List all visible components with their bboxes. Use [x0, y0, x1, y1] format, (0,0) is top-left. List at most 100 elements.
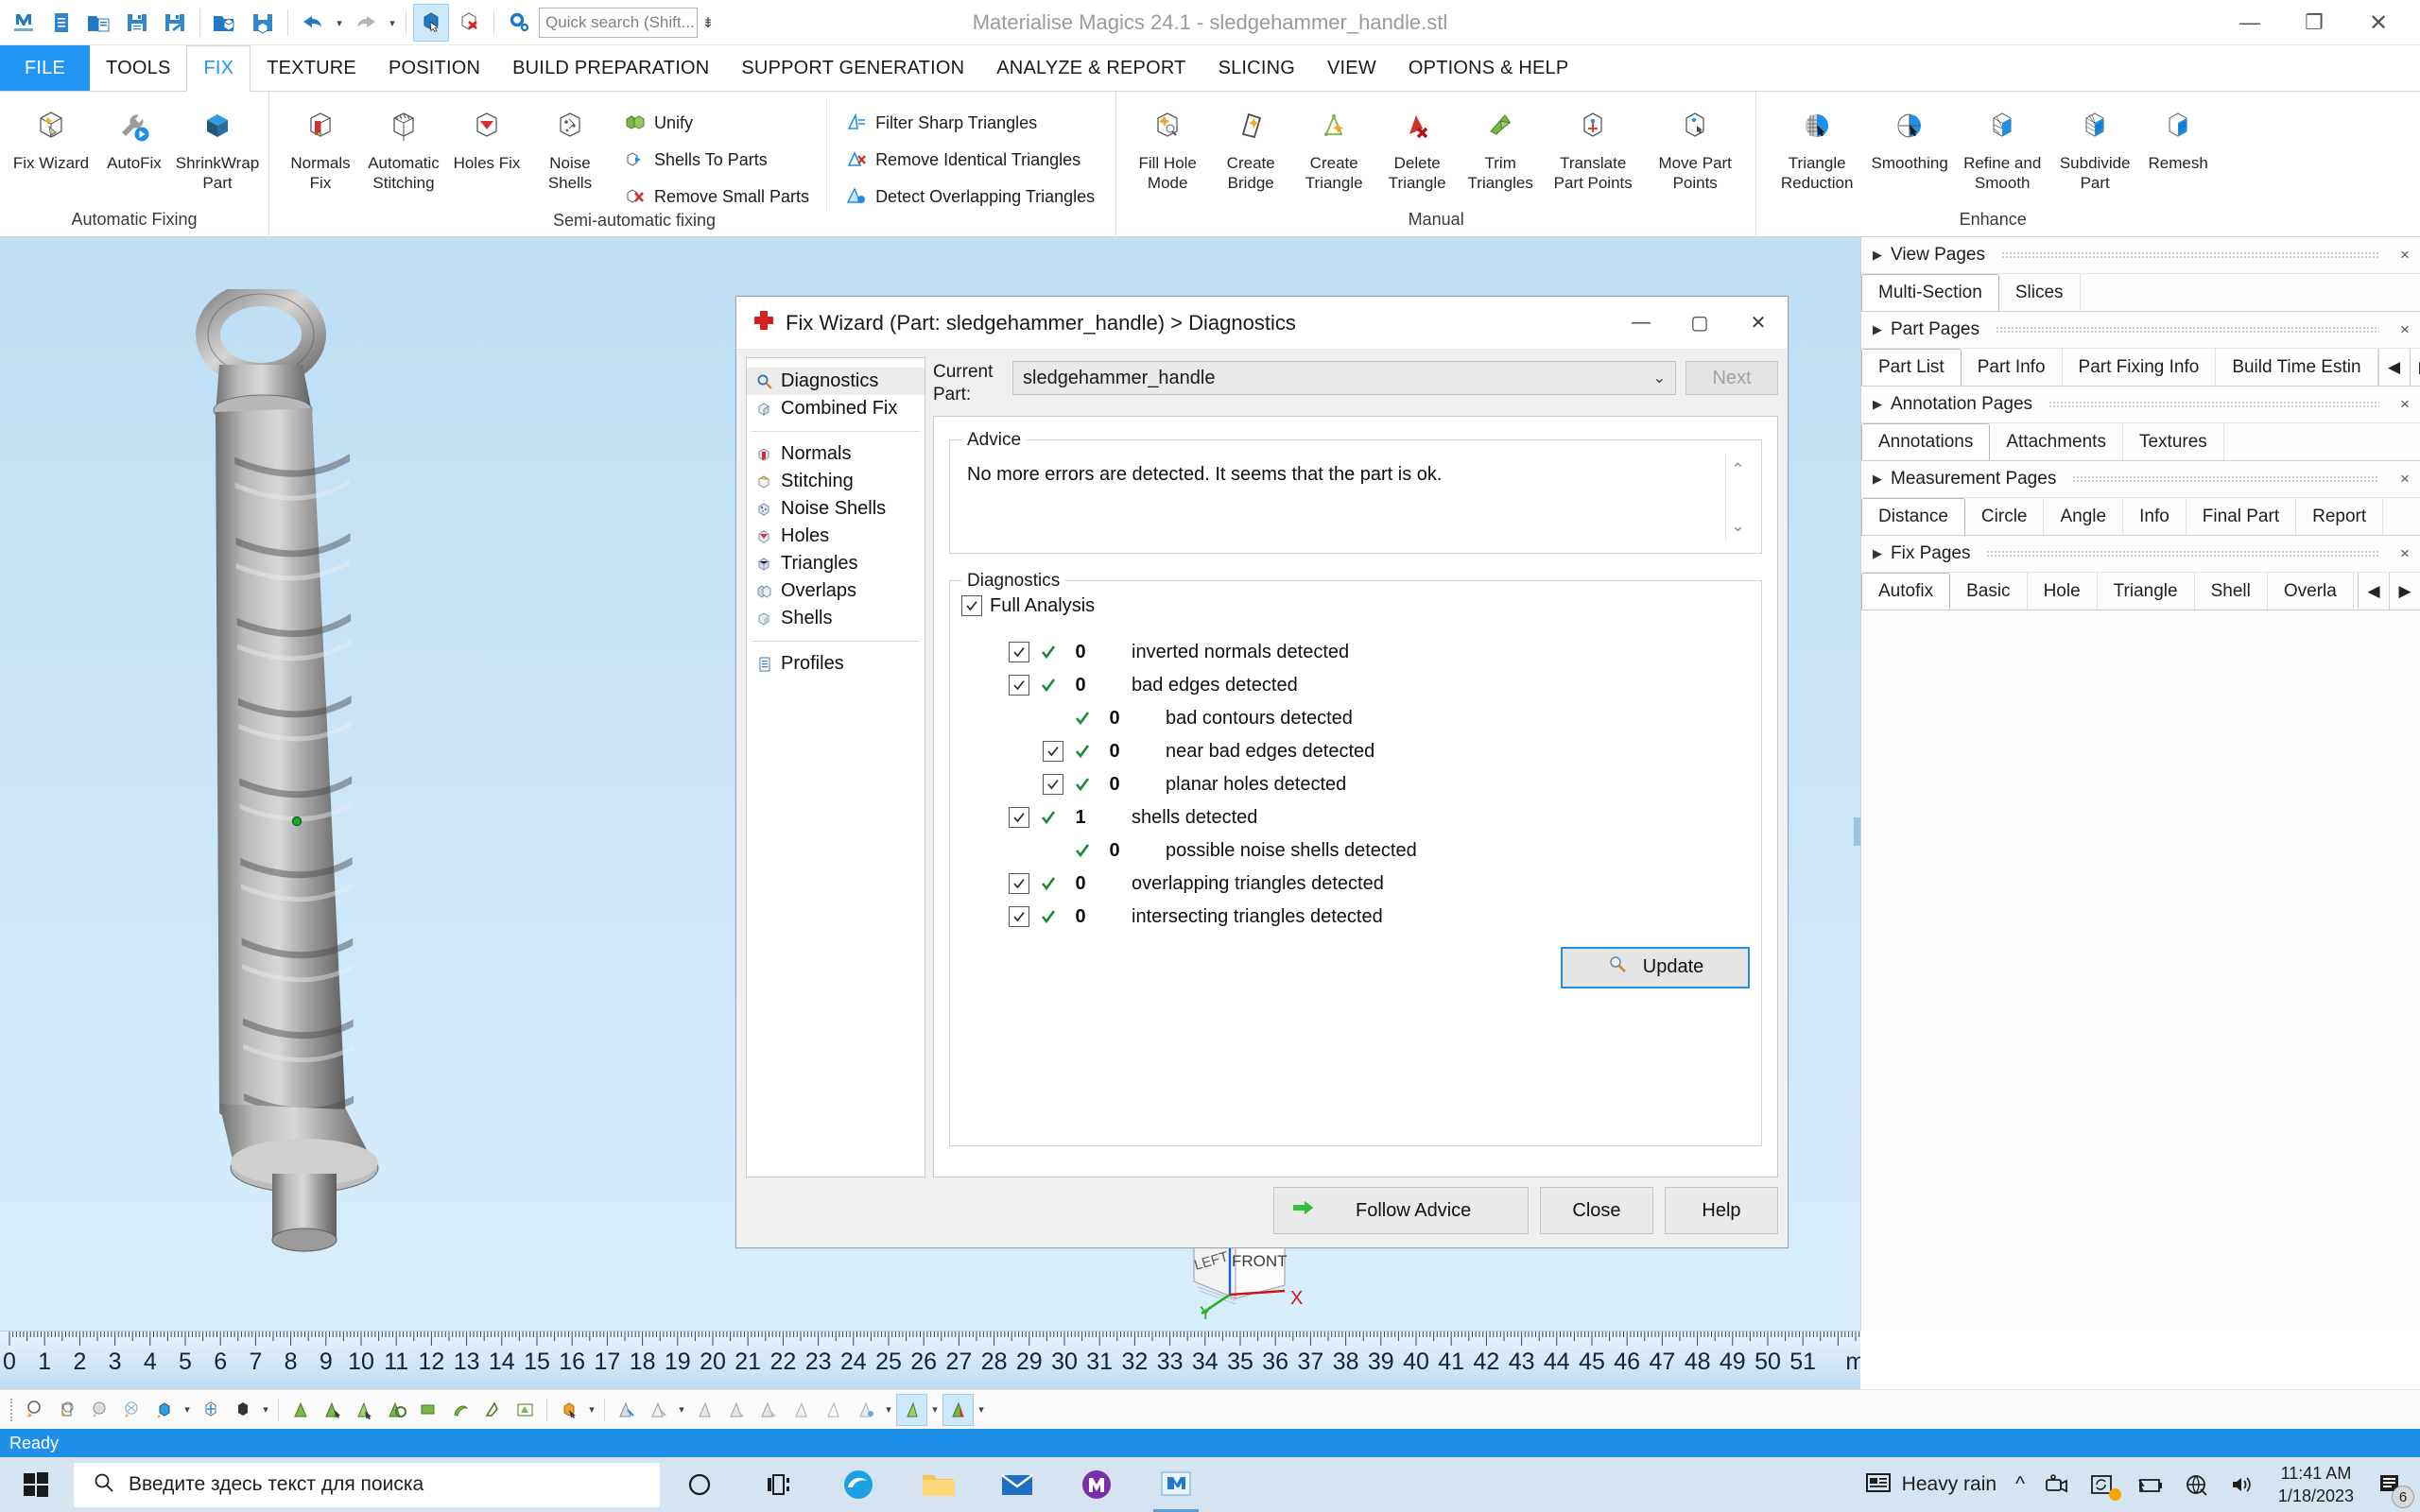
zoom-all-icon[interactable]: [84, 1394, 115, 1426]
ribbon-tab-texture[interactable]: TEXTURE: [251, 45, 372, 91]
edge-icon[interactable]: [819, 1457, 898, 1512]
close-icon[interactable]: ×: [2395, 246, 2414, 265]
mark-triangle-icon[interactable]: [611, 1394, 642, 1426]
ribbon-tab-fix[interactable]: FIX: [186, 45, 251, 92]
full-analysis-checkbox[interactable]: [961, 595, 982, 616]
tree-item-profiles[interactable]: Profiles: [747, 650, 925, 678]
shade-icon[interactable]: [227, 1394, 258, 1426]
current-part-select[interactable]: sledgehammer_handle ⌄: [1012, 361, 1676, 395]
dialog-close-action-button[interactable]: Close: [1540, 1187, 1653, 1234]
redo-icon[interactable]: [348, 4, 384, 42]
taskbar-search-input[interactable]: Введите здесь текст для поиска: [74, 1462, 660, 1507]
chevron-right-icon[interactable]: ▶: [1873, 546, 1882, 561]
ribbon-button-fill-hole-mode[interactable]: Fill Hole Mode: [1126, 99, 1209, 197]
ribbon-button-subdivide-part[interactable]: Subdivide Part: [2053, 99, 2136, 197]
ribbon-tab-position[interactable]: POSITION: [372, 45, 496, 91]
zoom-window-icon[interactable]: [52, 1394, 83, 1426]
tab-report[interactable]: Report: [2296, 498, 2384, 535]
tab-angle[interactable]: Angle: [2044, 498, 2124, 535]
ribbon-button-autofix[interactable]: AutoFix: [93, 99, 176, 178]
advice-scrollbar[interactable]: ⌃ ⌄: [1725, 454, 1750, 541]
quick-search-input[interactable]: Quick search (Shift...: [539, 8, 698, 38]
scroll-right-icon[interactable]: ▶: [2409, 349, 2420, 386]
tab-overlap[interactable]: Overla: [2268, 573, 2354, 610]
ribbon-item-unify[interactable]: Unify: [619, 109, 813, 137]
zoom-icon[interactable]: [20, 1394, 51, 1426]
quick-search-dropdown-icon[interactable]: ⇟: [700, 8, 717, 38]
sync-icon[interactable]: [2080, 1457, 2125, 1512]
measure-dropdown-caret[interactable]: ▾: [928, 1394, 942, 1426]
tab-triangle[interactable]: Triangle: [2098, 573, 2195, 610]
camera-icon[interactable]: [2034, 1457, 2080, 1512]
tree-item-normals[interactable]: Normals: [747, 440, 925, 468]
tree-item-diagnostics[interactable]: Diagnostics: [747, 368, 925, 395]
ribbon-tab-tools[interactable]: TOOLS: [90, 45, 186, 91]
dialog-maximize-button[interactable]: ▢: [1670, 297, 1729, 350]
measure-green-icon[interactable]: [896, 1393, 927, 1426]
select-plane-icon[interactable]: [349, 1394, 380, 1426]
measure-color-dropdown-caret[interactable]: ▾: [975, 1394, 988, 1426]
update-button[interactable]: Update: [1561, 946, 1750, 988]
open-project-icon[interactable]: [81, 4, 117, 42]
triangle-f-icon[interactable]: [850, 1394, 881, 1426]
dock-section-header-part-pages[interactable]: ▶ Part Pages ×: [1861, 312, 2420, 349]
diagnostic-row[interactable]: 0 bad edges detected: [961, 669, 1750, 702]
select-triangle-icon[interactable]: [317, 1394, 348, 1426]
ribbon-tab-analyze-report[interactable]: ANALYZE & REPORT: [980, 45, 1201, 91]
diagnostic-row[interactable]: 0 overlapping triangles detected: [961, 868, 1750, 901]
tab-multi-section[interactable]: Multi-Section: [1861, 274, 1999, 311]
tab-part-fixing-info[interactable]: Part Fixing Info: [2063, 349, 2217, 386]
zoom-selection-icon[interactable]: [116, 1394, 147, 1426]
undo-icon[interactable]: [295, 4, 331, 42]
tab-autofix[interactable]: Autofix: [1861, 573, 1951, 610]
triangle-a-icon[interactable]: [689, 1394, 720, 1426]
close-icon[interactable]: ×: [2395, 320, 2414, 339]
ribbon-button-move-part-points[interactable]: Move Part Points: [1644, 99, 1746, 197]
volume-icon[interactable]: [2220, 1457, 2265, 1512]
measure-color-icon[interactable]: [942, 1393, 974, 1426]
tab-final-part[interactable]: Final Part: [2187, 498, 2297, 535]
tab-attachments[interactable]: Attachments: [1990, 423, 2123, 460]
new-document-icon[interactable]: [43, 4, 79, 42]
triangle-b-icon[interactable]: [721, 1394, 752, 1426]
window-maximize-button[interactable]: ❐: [2282, 0, 2346, 45]
ribbon-button-shrinkwrap-part[interactable]: ShrinkWrap Part: [176, 99, 259, 197]
ribbon-tab-build-preparation[interactable]: BUILD PREPARATION: [496, 45, 725, 91]
close-icon[interactable]: ×: [2395, 470, 2414, 489]
close-icon[interactable]: ×: [2395, 395, 2414, 414]
diagnostic-row[interactable]: 0 planar holes detected: [961, 768, 1750, 801]
tab-hole[interactable]: Hole: [2028, 573, 2098, 610]
ribbon-tab-slicing[interactable]: SLICING: [1202, 45, 1311, 91]
tree-item-triangles[interactable]: Triangles: [747, 550, 925, 577]
diagnostic-row[interactable]: 0 inverted normals detected: [961, 636, 1750, 669]
ribbon-tab-file[interactable]: FILE: [0, 45, 91, 91]
ribbon-button-automatic-stitching[interactable]: Automatic Stitching: [362, 99, 445, 197]
magics-materialise-icon[interactable]: [1057, 1457, 1136, 1512]
magics-app-icon[interactable]: [1136, 1457, 1216, 1512]
zoom-part-icon[interactable]: [148, 1394, 180, 1426]
ribbon-button-translate-part-points[interactable]: Translate Part Points: [1542, 99, 1644, 197]
diagnostic-row[interactable]: 0 bad contours detected: [961, 702, 1750, 735]
tab-basic[interactable]: Basic: [1950, 573, 2028, 610]
ribbon-item-shells-to-parts[interactable]: Shells To Parts: [619, 146, 813, 174]
unmark-triangle-icon[interactable]: [643, 1394, 674, 1426]
viewport-panel-handle[interactable]: [1854, 817, 1860, 846]
ribbon-button-fix-wizard[interactable]: Fix Wizard: [9, 99, 93, 178]
cortana-icon[interactable]: [660, 1457, 739, 1512]
dialog-close-button[interactable]: ✕: [1729, 297, 1788, 350]
next-button[interactable]: Next: [1685, 361, 1778, 395]
close-icon[interactable]: ×: [2395, 544, 2414, 563]
tab-distance[interactable]: Distance: [1861, 498, 1965, 535]
tree-item-holes[interactable]: Holes: [747, 523, 925, 550]
full-analysis-row[interactable]: Full Analysis: [961, 595, 1750, 617]
select-part-icon[interactable]: [553, 1394, 584, 1426]
window-select-icon[interactable]: [510, 1394, 541, 1426]
mark-dropdown-caret[interactable]: ▾: [675, 1394, 688, 1426]
tab-slices[interactable]: Slices: [1999, 274, 2081, 311]
zoom-dropdown-caret[interactable]: ▾: [181, 1394, 194, 1426]
dialog-help-button[interactable]: Help: [1665, 1187, 1778, 1234]
ribbon-tab-options-help[interactable]: OPTIONS & HELP: [1392, 45, 1585, 91]
chevron-right-icon[interactable]: ▶: [1873, 322, 1882, 337]
diagnostic-row-checkbox[interactable]: [1009, 873, 1029, 894]
window-minimize-button[interactable]: —: [2218, 0, 2282, 45]
